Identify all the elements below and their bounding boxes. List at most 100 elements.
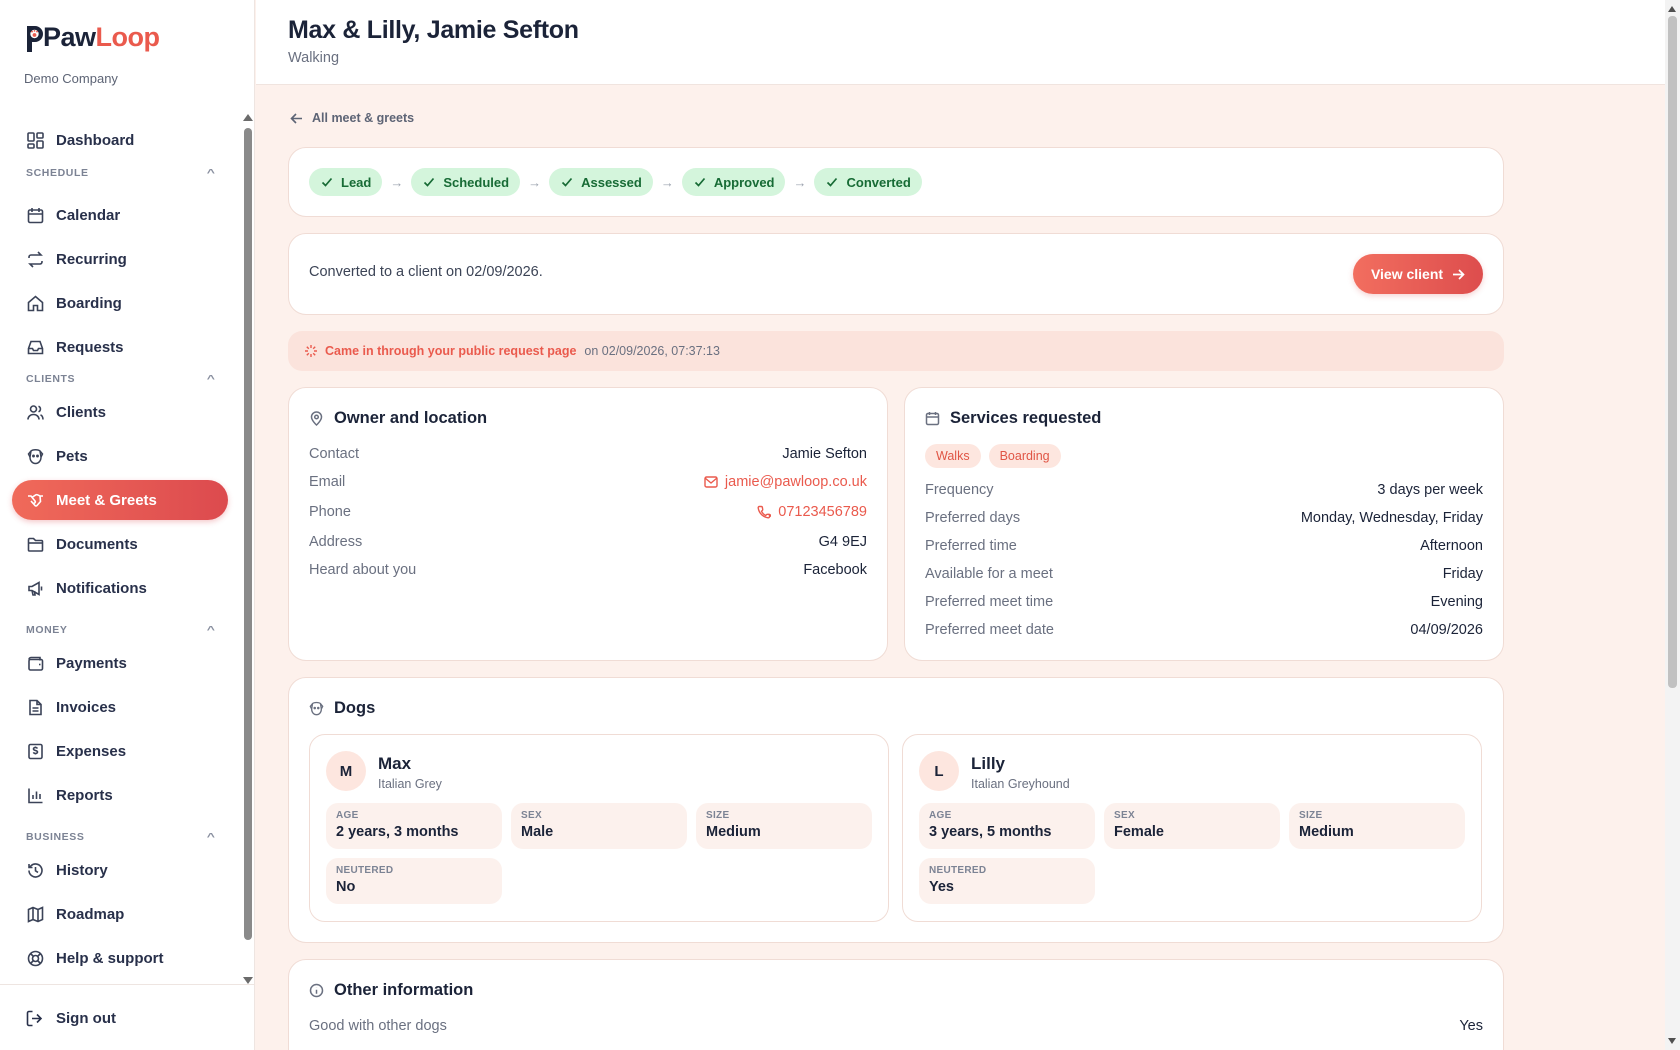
row-key: Preferred meet time bbox=[925, 594, 1054, 610]
sidebar-item-label: Dashboard bbox=[56, 131, 135, 149]
sidebar-item-help[interactable]: Help & support bbox=[12, 938, 228, 978]
step-lead[interactable]: Lead bbox=[309, 168, 383, 196]
section-schedule[interactable]: SCHEDULE ^ bbox=[26, 167, 214, 179]
brand-name-part2: Loop bbox=[95, 22, 160, 52]
row-key: Preferred time bbox=[925, 538, 1017, 554]
sidebar-item-pets[interactable]: Pets bbox=[12, 436, 228, 476]
scroll-down-icon[interactable] bbox=[243, 977, 253, 984]
sidebar-item-invoices[interactable]: Invoices bbox=[12, 687, 228, 727]
dog-icon bbox=[26, 447, 44, 465]
section-clients[interactable]: CLIENTS ^ bbox=[26, 373, 214, 385]
view-client-button[interactable]: View client bbox=[1353, 254, 1483, 294]
sidebar-item-dashboard[interactable]: Dashboard bbox=[12, 120, 228, 160]
page-scrollbar[interactable] bbox=[1665, 0, 1680, 1050]
sidebar-item-documents[interactable]: Documents bbox=[12, 524, 228, 564]
section-money[interactable]: MONEY ^ bbox=[26, 624, 214, 636]
step-approved[interactable]: Approved bbox=[681, 168, 786, 196]
sidebar-item-requests[interactable]: Requests bbox=[12, 327, 228, 367]
check-icon bbox=[826, 176, 838, 188]
sidebar-item-boarding[interactable]: Boarding bbox=[12, 283, 228, 323]
sidebar-item-label: Requests bbox=[56, 338, 124, 356]
arrow-left-icon bbox=[290, 112, 303, 125]
back-link[interactable]: All meet & greets bbox=[290, 111, 414, 125]
stat-value: Female bbox=[1114, 824, 1164, 840]
step-label: Approved bbox=[713, 174, 775, 190]
stat-label: NEUTERED bbox=[929, 865, 987, 876]
stat-label: AGE bbox=[929, 810, 952, 821]
dog-stat-size: SIZE Medium bbox=[1289, 803, 1465, 849]
sign-out-button[interactable]: Sign out bbox=[26, 1009, 116, 1027]
page-title: Max & Lilly, Jamie Sefton bbox=[288, 16, 579, 44]
view-client-label: View client bbox=[1370, 266, 1444, 282]
stat-value: Male bbox=[521, 824, 554, 840]
sidebar-item-recurring[interactable]: Recurring bbox=[12, 239, 228, 279]
dog-stat-size: SIZE Medium bbox=[696, 803, 872, 849]
sidebar-item-reports[interactable]: Reports bbox=[12, 775, 228, 815]
stat-value: No bbox=[336, 879, 356, 895]
sidebar-item-roadmap[interactable]: Roadmap bbox=[12, 894, 228, 934]
sidebar-item-label: Pets bbox=[56, 447, 88, 465]
services-row: Preferred days Monday, Wednesday, Friday bbox=[925, 510, 1483, 526]
sidebar-item-label: Clients bbox=[56, 403, 107, 421]
sidebar-item-clients[interactable]: Clients bbox=[12, 392, 228, 432]
dashboard-icon bbox=[26, 131, 44, 149]
sidebar: Paw Loop Demo Company Dashboard SCHEDULE … bbox=[0, 0, 255, 1050]
sidebar-item-payments[interactable]: Payments bbox=[12, 643, 228, 683]
row-value: 3 days per week bbox=[1377, 482, 1483, 498]
sidebar-item-notifications[interactable]: Notifications bbox=[12, 568, 228, 608]
services-row: Frequency 3 days per week bbox=[925, 482, 1483, 498]
step-converted[interactable]: Converted bbox=[814, 168, 922, 196]
email-link[interactable]: jamie@pawloop.co.uk bbox=[704, 474, 867, 490]
row-value: Friday bbox=[1442, 566, 1483, 582]
stat-value: Medium bbox=[706, 824, 761, 840]
check-icon bbox=[423, 176, 435, 188]
row-value: Afternoon bbox=[1420, 538, 1483, 554]
dog-breed: Italian Grey bbox=[378, 777, 442, 791]
scroll-down-icon[interactable] bbox=[1668, 1038, 1676, 1044]
owner-card: Owner and location Contact Jamie Sefton … bbox=[288, 387, 888, 661]
sidebar-item-label: History bbox=[56, 861, 108, 879]
row-key: Phone bbox=[309, 504, 351, 520]
sidebar-item-calendar[interactable]: Calendar bbox=[12, 195, 228, 235]
home-icon bbox=[26, 294, 44, 312]
brand-logo[interactable]: Paw Loop bbox=[24, 22, 160, 53]
section-label: CLIENTS bbox=[26, 373, 76, 385]
sidebar-item-history[interactable]: History bbox=[12, 850, 228, 890]
sidebar-scrollbar[interactable] bbox=[243, 114, 253, 984]
sidebar-item-meet-greets[interactable]: Meet & Greets bbox=[12, 480, 228, 520]
section-label: SCHEDULE bbox=[26, 167, 89, 179]
source-label: Came in through your public request page bbox=[325, 344, 577, 358]
scroll-up-icon[interactable] bbox=[243, 114, 253, 121]
info-icon bbox=[309, 983, 324, 998]
sidebar-nav: Dashboard SCHEDULE ^ Calendar Recurring … bbox=[0, 112, 255, 984]
sign-out-label: Sign out bbox=[56, 1009, 116, 1027]
dog-breed: Italian Greyhound bbox=[971, 777, 1070, 791]
map-icon bbox=[26, 905, 44, 923]
step-assessed[interactable]: Assessed bbox=[549, 168, 653, 196]
services-row: Preferred meet date 04/09/2026 bbox=[925, 622, 1483, 638]
section-business[interactable]: BUSINESS ^ bbox=[26, 831, 214, 843]
sidebar-footer: Sign out bbox=[0, 984, 255, 1050]
scrollbar-thumb[interactable] bbox=[244, 128, 252, 940]
conversion-text: Converted to a client on 02/09/2026. bbox=[309, 264, 543, 280]
dog-card-lilly[interactable]: L Lilly Italian Greyhound AGE 3 years, 5… bbox=[902, 734, 1482, 922]
dog-icon bbox=[309, 701, 324, 716]
email-value: jamie@pawloop.co.uk bbox=[724, 474, 867, 490]
scroll-up-icon[interactable] bbox=[1668, 6, 1676, 12]
phone-link[interactable]: 07123456789 bbox=[757, 504, 867, 520]
log-out-icon bbox=[26, 1009, 44, 1027]
row-key: Address bbox=[309, 534, 363, 550]
sidebar-item-label: Calendar bbox=[56, 206, 121, 224]
step-scheduled[interactable]: Scheduled bbox=[411, 168, 521, 196]
dog-card-max[interactable]: M Max Italian Grey AGE 2 years, 3 months… bbox=[309, 734, 889, 922]
sidebar-item-label: Help & support bbox=[56, 949, 164, 967]
card-title-label: Other information bbox=[334, 981, 474, 999]
scrollbar-thumb[interactable] bbox=[1668, 16, 1677, 688]
step-label: Scheduled bbox=[443, 174, 510, 190]
dog-name: Lilly bbox=[971, 754, 1006, 773]
row-key: Preferred days bbox=[925, 510, 1021, 526]
sidebar-item-expenses[interactable]: Expenses bbox=[12, 731, 228, 771]
sidebar-item-label: Payments bbox=[56, 654, 127, 672]
dog-stat-age: AGE 3 years, 5 months bbox=[919, 803, 1095, 849]
sidebar-item-label: Recurring bbox=[56, 250, 127, 268]
